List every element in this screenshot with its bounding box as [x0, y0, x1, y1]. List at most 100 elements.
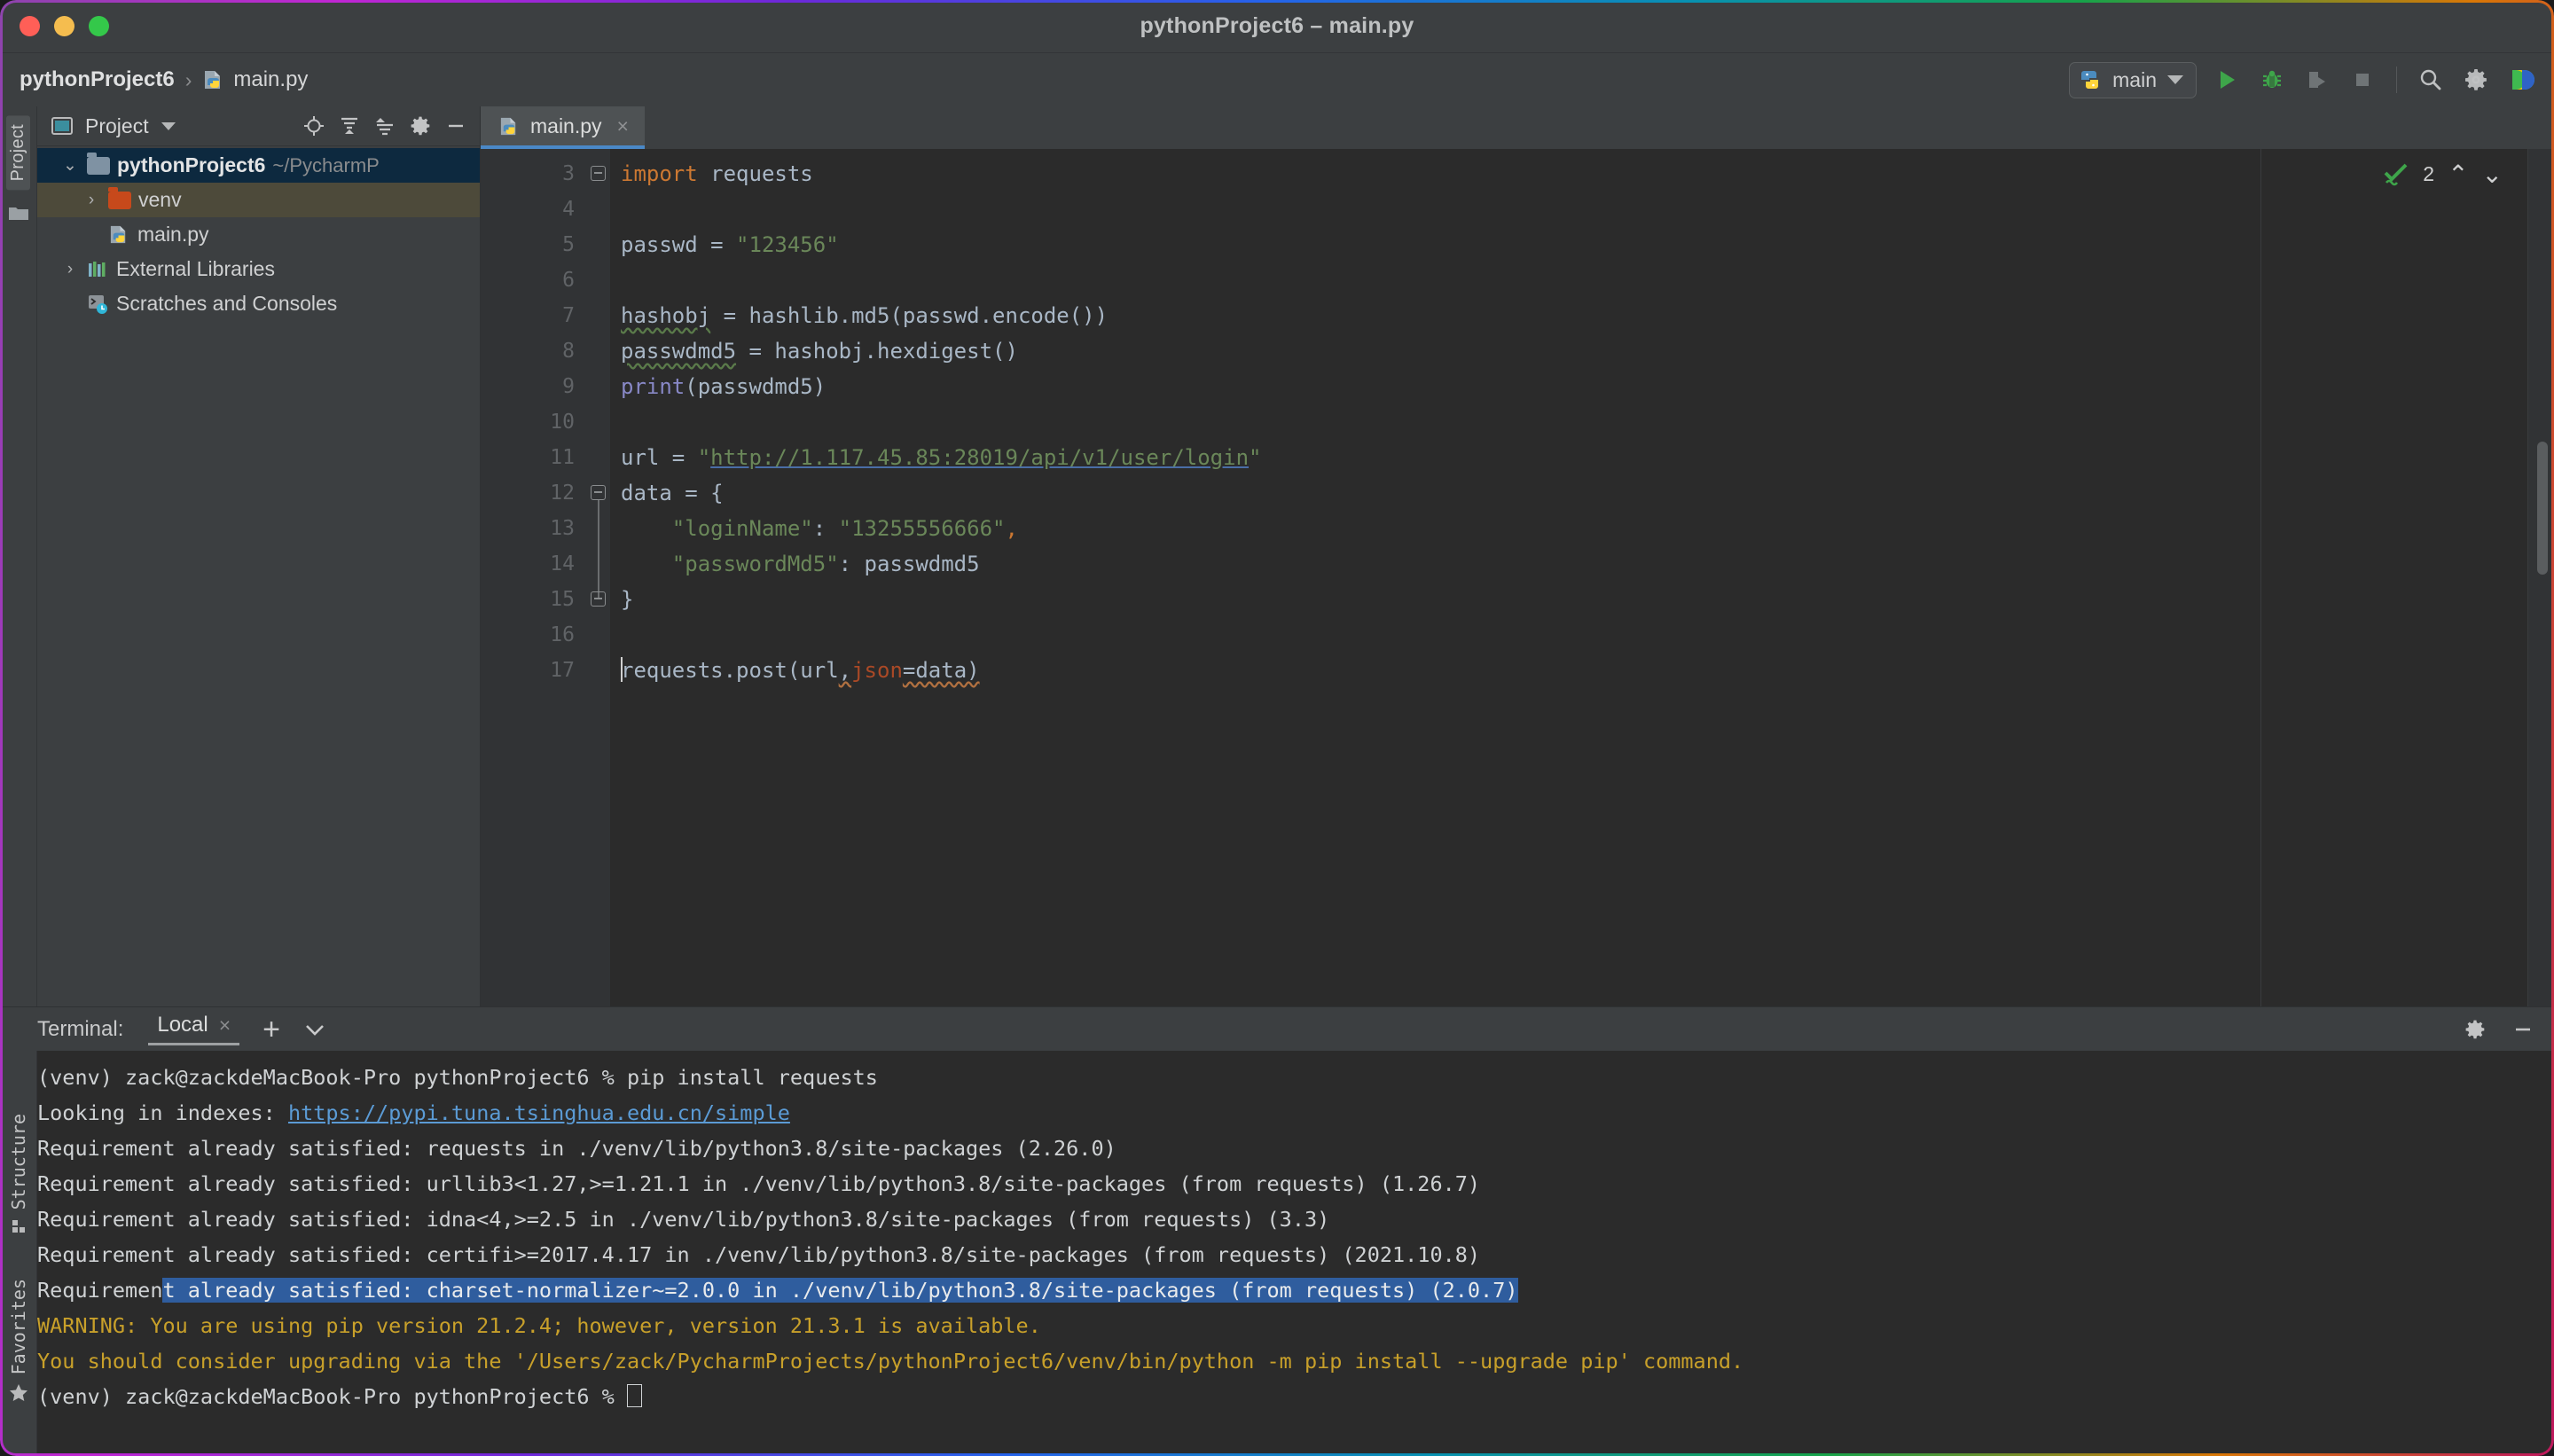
tree-item-external-libraries[interactable]: › External Libraries [37, 252, 480, 286]
editor-tab-main-py[interactable]: main.py × [481, 106, 645, 149]
terminal-tab-label: Local [157, 1013, 208, 1037]
run-configuration-label: main [2112, 67, 2157, 91]
left-tool-strip: Project [0, 106, 37, 1006]
fold-marker-dict-end[interactable] [591, 591, 606, 607]
chevron-down-icon[interactable] [302, 1021, 328, 1038]
fold-marker-imports[interactable] [591, 166, 606, 181]
tree-item-venv[interactable]: › venv [37, 183, 480, 217]
line-number: 10 [550, 411, 575, 434]
python-icon [2079, 68, 2102, 91]
line-number: 4 [562, 198, 575, 221]
chevron-up-icon[interactable]: ⌃ [2448, 160, 2468, 189]
run-button[interactable] [2212, 65, 2242, 95]
project-panel-title[interactable]: Project [85, 114, 149, 138]
scrollbar-thumb[interactable] [2537, 442, 2548, 575]
chevron-right-icon[interactable]: › [82, 191, 101, 210]
fold-marker-dict-start[interactable] [591, 485, 606, 500]
star-icon [9, 1383, 28, 1403]
stop-button[interactable] [2347, 65, 2378, 95]
folder-icon[interactable] [8, 204, 29, 222]
chevron-down-icon[interactable]: ⌄ [60, 155, 80, 176]
python-file-icon [202, 68, 225, 91]
terminal-tab-local[interactable]: Local × [148, 1013, 240, 1045]
expand-all-icon[interactable] [338, 114, 361, 137]
code-line-13: "loginName": "13255556666", [610, 511, 2554, 546]
close-icon[interactable]: × [219, 1014, 231, 1037]
debug-button[interactable] [2257, 65, 2287, 95]
code-fragment: : passwdmd5 [838, 552, 980, 576]
inspection-count: 2 [2423, 162, 2435, 185]
module-name: requests [697, 161, 813, 186]
locate-icon[interactable] [302, 114, 325, 137]
gear-icon[interactable] [409, 114, 432, 137]
tree-item-pythonProject6[interactable]: ⌄ pythonProject6 ~/PycharmP [37, 148, 480, 183]
inspection-ok-icon [2383, 162, 2409, 187]
line-number: 12 [550, 481, 575, 505]
chevron-down-icon[interactable] [2167, 75, 2183, 84]
builtin-print: print [621, 374, 686, 399]
hide-panel-icon[interactable] [2511, 1018, 2534, 1041]
code-editor[interactable]: 3 4 5 6 7 8 9 10 11 12 13 14 15 16 17 im… [481, 149, 2554, 1006]
terminal-prompt-line: (venv) zack@zackdeMacBook-Pro pythonProj… [37, 1379, 2554, 1414]
terminal-link[interactable]: https://pypi.tuna.tsinghua.edu.cn/simple [288, 1100, 790, 1125]
window-titlebar: pythonProject6 – main.py [0, 0, 2554, 53]
run-configuration-selector[interactable]: main [2069, 61, 2197, 98]
sidebar-tab-project[interactable]: Project [6, 115, 30, 191]
chevron-right-icon[interactable]: › [60, 260, 80, 279]
terminal-warning-line: WARNING: You are using pip version 21.2.… [37, 1313, 1041, 1338]
comma: , [1005, 516, 1018, 541]
breadcrumb-file[interactable]: main.py [233, 67, 308, 92]
code-folding-gutter[interactable] [587, 149, 610, 1006]
editor-scrollbar[interactable] [2527, 149, 2554, 1006]
pycharm-window: pythonProject6 – main.py pythonProject6 … [0, 0, 2554, 1456]
code-fragment: =data) [902, 658, 980, 683]
code-line-17: requests.post(url,json=data) [610, 653, 2554, 688]
hide-panel-icon[interactable] [444, 114, 467, 137]
project-tool-window: Project ⌄ pythonProject6 ~/PycharmP › ve… [37, 106, 481, 1006]
inspection-widget[interactable]: 2 ⌃ ⌄ [2383, 160, 2503, 189]
tree-item-scratches-and-consoles[interactable]: Scratches and Consoles [37, 286, 480, 321]
url-link[interactable]: http://1.117.45.85:28019/api/v1/user/log… [710, 445, 1249, 470]
code-line-9: print(passwdmd5) [610, 369, 2554, 404]
terminal-line: (venv) zack@zackdeMacBook-Pro pythonProj… [37, 1065, 878, 1090]
search-icon[interactable] [2416, 65, 2446, 95]
terminal-prompt: (venv) zack@zackdeMacBook-Pro pythonProj… [37, 1384, 627, 1409]
gear-icon[interactable] [2461, 65, 2491, 95]
line-number: 5 [562, 233, 575, 256]
terminal-output[interactable]: Structure Favorites (venv) zack@zackdeMa… [0, 1051, 2554, 1456]
code-text[interactable]: import requests passwd = "123456" hashob… [610, 149, 2554, 1006]
code-fragment: : [812, 516, 839, 541]
tree-item-main-py[interactable]: main.py [37, 217, 480, 252]
code-line-14: "passwordMd5": passwdmd5 [610, 546, 2554, 582]
toolbar-divider [2396, 67, 2397, 93]
gear-icon[interactable] [2464, 1018, 2487, 1041]
collapse-all-icon[interactable] [373, 114, 396, 137]
sidebar-tab-favorites[interactable]: Favorites [8, 1279, 29, 1374]
line-number: 11 [550, 446, 575, 469]
quote: " [1249, 445, 1262, 470]
datalore-icon[interactable] [2506, 65, 2536, 95]
breadcrumb-project[interactable]: pythonProject6 [20, 67, 175, 92]
editor-tab-label: main.py [530, 114, 602, 137]
terminal-text: Looking in indexes: [37, 1100, 288, 1125]
dict-close-brace: } [621, 587, 634, 612]
python-file-icon [108, 223, 130, 246]
variable-data: data = { [621, 481, 724, 505]
libraries-icon [87, 260, 109, 279]
tree-item-label: External Libraries [116, 257, 275, 280]
chevron-down-icon[interactable]: ⌄ [2482, 160, 2503, 189]
close-icon[interactable]: × [617, 114, 629, 138]
variable-hashobj: hashobj [621, 303, 711, 328]
terminal-caret [626, 1384, 642, 1407]
sidebar-tab-structure[interactable]: Structure [8, 1114, 29, 1209]
window-title: pythonProject6 – main.py [1140, 13, 1414, 38]
chevron-down-icon[interactable] [161, 121, 176, 130]
new-terminal-button[interactable]: + [262, 1014, 280, 1045]
code-line-3: import requests [610, 156, 2554, 192]
run-with-coverage-button[interactable] [2302, 65, 2332, 95]
code-line-12: data = { [610, 475, 2554, 511]
